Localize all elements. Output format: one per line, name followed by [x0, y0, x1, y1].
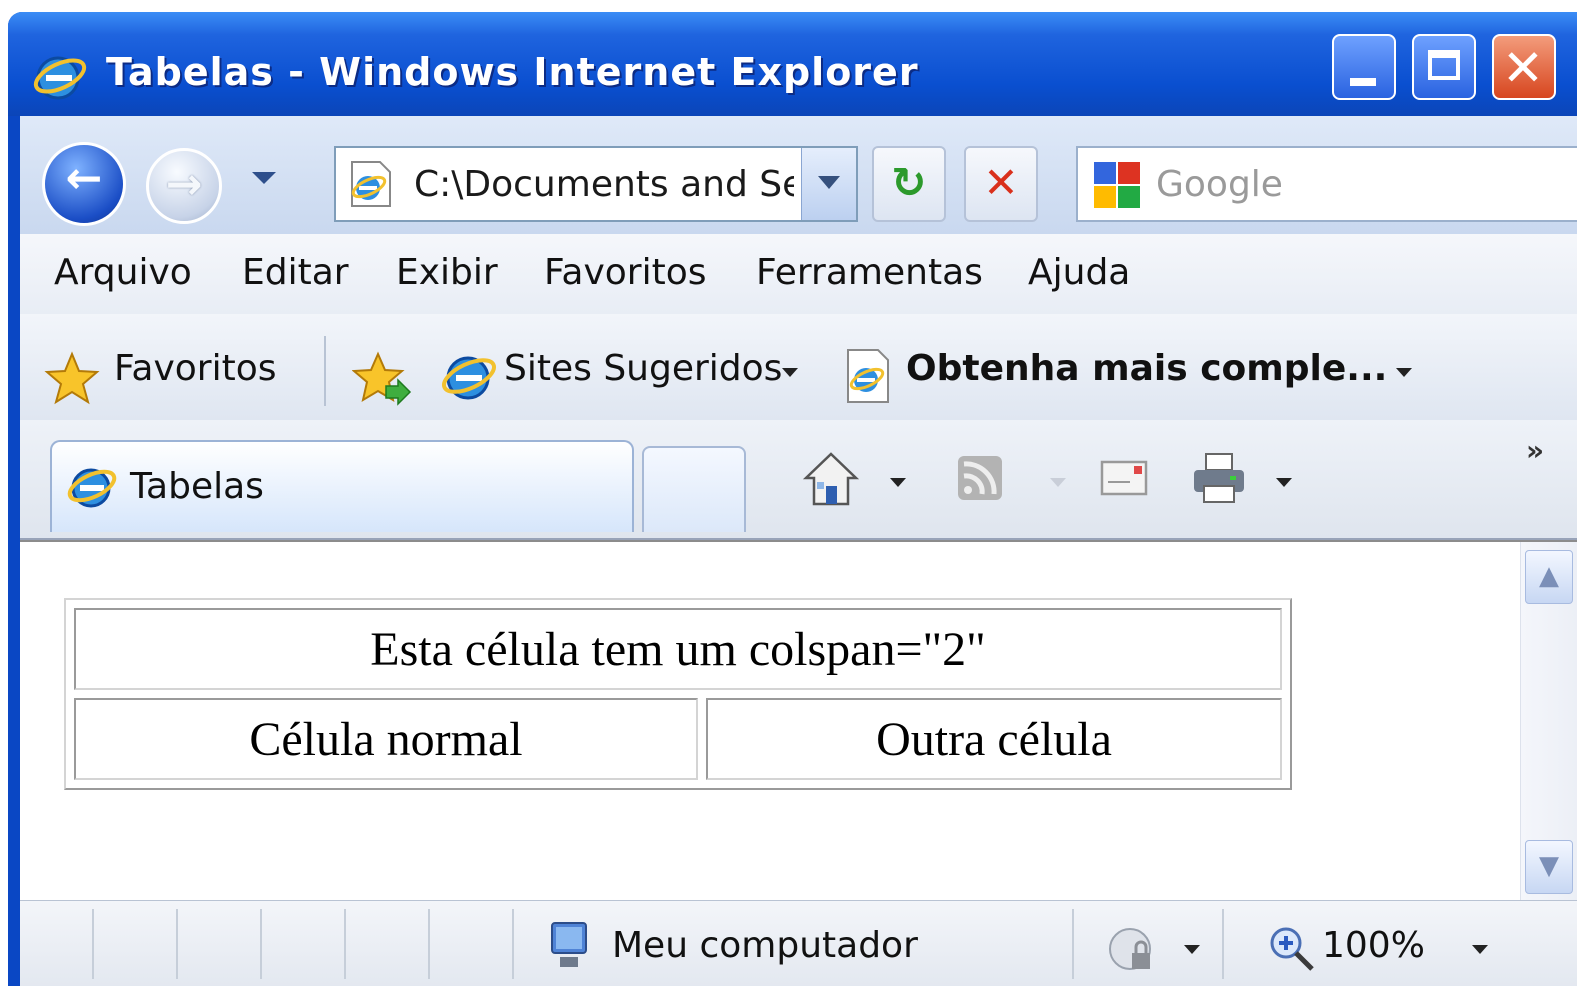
table-row: Esta célula tem um colspan="2" [74, 608, 1282, 690]
refresh-button[interactable]: ↻ [872, 146, 946, 222]
stop-button[interactable]: ✕ [964, 146, 1038, 222]
home-icon[interactable] [802, 450, 860, 506]
ie-icon [33, 56, 87, 100]
star-icon [44, 351, 100, 405]
zoom-level[interactable]: 100% [1322, 925, 1425, 966]
back-icon: ← [65, 153, 103, 204]
new-tab-button[interactable] [642, 446, 746, 532]
status-divider [344, 909, 346, 979]
more-commands-button[interactable]: » [1526, 434, 1544, 467]
chevron-down-icon[interactable] [1184, 945, 1200, 954]
chevron-down-icon [1396, 368, 1412, 377]
tab-label: Tabelas [130, 466, 264, 507]
recent-pages-dropdown[interactable] [252, 172, 276, 184]
close-button[interactable]: ✕ [1492, 34, 1556, 100]
minimize-icon [1350, 78, 1376, 86]
rss-icon[interactable] [952, 450, 1010, 506]
status-divider [260, 909, 262, 979]
minimize-button[interactable] [1332, 34, 1396, 100]
chevron-down-icon [782, 368, 798, 377]
table-row: Célula normal Outra célula [74, 698, 1282, 780]
protected-mode-icon[interactable] [1104, 923, 1162, 979]
colspan-cell: Esta célula tem um colspan="2" [74, 608, 1282, 690]
zoom-icon[interactable] [1268, 925, 1316, 973]
menu-bar: Arquivo Editar Exibir Favoritos Ferramen… [20, 234, 1577, 315]
suggested-sites-label: Sites Sugeridos [504, 348, 783, 389]
page-viewport: Esta célula tem um colspan="2" Célula no… [20, 540, 1577, 902]
mail-icon[interactable] [1096, 450, 1154, 506]
address-bar[interactable]: C:\Documents and Set [334, 146, 858, 222]
print-icon[interactable] [1190, 450, 1248, 506]
get-more-addons-label: Obtenha mais comple... [906, 348, 1388, 389]
status-divider [176, 909, 178, 979]
browser-chrome: ← → C:\Documents and Set ↻ ✕ Google Arqu… [20, 116, 1577, 986]
status-divider [1222, 909, 1224, 979]
chevron-down-icon [1050, 478, 1066, 487]
menu-favoritos[interactable]: Favoritos [544, 252, 707, 293]
tab-row: Tabelas » [20, 420, 1577, 540]
menu-exibir[interactable]: Exibir [396, 252, 498, 293]
chevron-down-icon[interactable] [1276, 478, 1292, 487]
vertical-scrollbar[interactable]: ▲ ▼ [1520, 542, 1577, 902]
refresh-icon: ↻ [891, 158, 927, 207]
search-input[interactable]: Google [1156, 164, 1283, 205]
table-cell: Outra célula [706, 698, 1282, 780]
forward-icon: → [165, 159, 203, 210]
status-divider [428, 909, 430, 979]
status-bar: Meu computador 100% [20, 900, 1577, 986]
menu-editar[interactable]: Editar [242, 252, 349, 293]
table-cell: Célula normal [74, 698, 698, 780]
title-bar[interactable]: Tabelas - Windows Internet Explorer ✕ [8, 12, 1577, 116]
chevron-down-icon[interactable] [1472, 945, 1488, 954]
status-divider [92, 909, 94, 979]
colspan-table: Esta célula tem um colspan="2" Célula no… [64, 598, 1292, 790]
menu-ajuda[interactable]: Ajuda [1028, 252, 1130, 293]
close-icon: ✕ [1502, 39, 1544, 97]
add-favorite-icon[interactable] [352, 350, 412, 406]
ie-icon [67, 468, 117, 508]
address-input[interactable]: C:\Documents and Set [414, 164, 794, 205]
menu-ferramentas[interactable]: Ferramentas [756, 252, 983, 293]
page-icon [847, 349, 889, 403]
computer-icon [551, 922, 587, 967]
scroll-up-button[interactable]: ▲ [1525, 550, 1573, 604]
page-icon [351, 161, 391, 207]
forward-button[interactable]: → [146, 148, 222, 224]
status-divider [1072, 909, 1074, 979]
search-box[interactable]: Google [1076, 146, 1577, 222]
status-divider [512, 909, 514, 979]
chevron-down-icon[interactable] [890, 478, 906, 487]
stop-icon: ✕ [983, 158, 1019, 207]
favorites-bar: Favoritos Sites Sugeridos Obtenha mais c… [20, 314, 1577, 420]
back-button[interactable]: ← [42, 142, 126, 226]
security-zone-label: Meu computador [612, 925, 918, 966]
favorites-label: Favoritos [114, 348, 277, 389]
address-dropdown-button[interactable] [801, 148, 856, 220]
window-title: Tabelas - Windows Internet Explorer [106, 50, 919, 94]
menu-arquivo[interactable]: Arquivo [54, 252, 192, 293]
favorites-divider [324, 336, 326, 406]
navigation-bar: ← → C:\Documents and Set ↻ ✕ Google [20, 116, 1577, 235]
tab-tabelas[interactable]: Tabelas [50, 440, 634, 532]
ie-icon [442, 356, 496, 400]
browser-window: Tabelas - Windows Internet Explorer ✕ ← … [8, 12, 1577, 986]
google-icon [1094, 162, 1140, 208]
maximize-icon [1428, 50, 1460, 80]
maximize-button[interactable] [1412, 34, 1476, 100]
scroll-down-button[interactable]: ▼ [1525, 840, 1573, 894]
